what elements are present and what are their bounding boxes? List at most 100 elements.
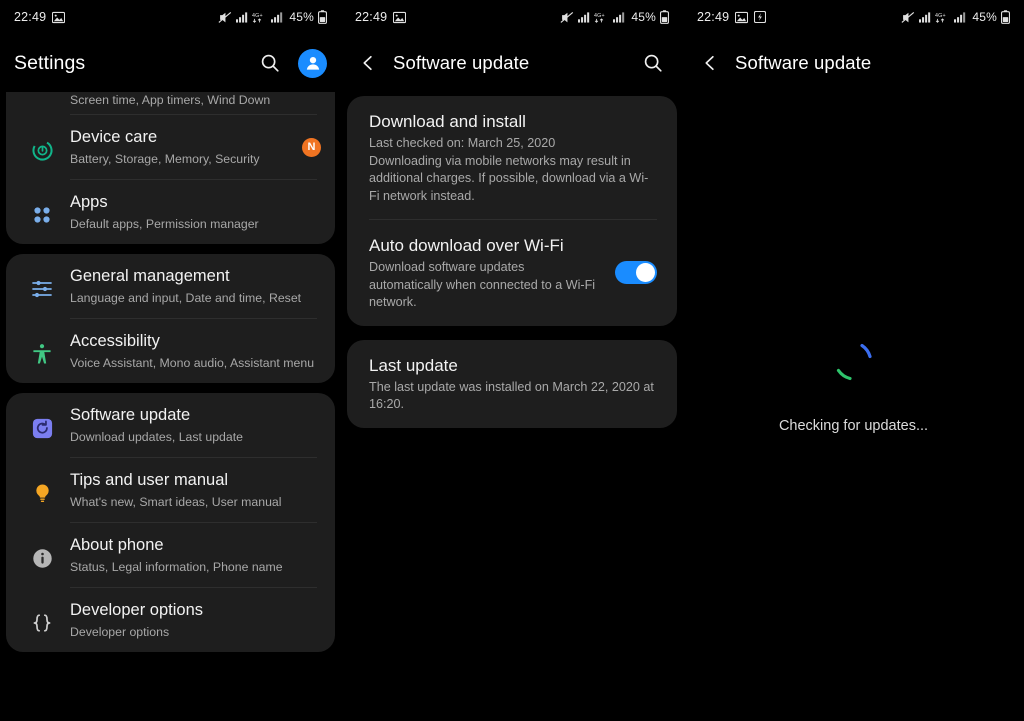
svg-text:4G+: 4G+ — [935, 13, 946, 19]
page-title: Software update — [393, 52, 530, 73]
list-item-device-care[interactable]: Device care Battery, Storage, Memory, Se… — [6, 115, 335, 179]
list-item-subtitle: Screen time, App timers, Wind Down — [70, 93, 271, 107]
signal-bars-2-icon — [613, 11, 625, 23]
last-update-card: Last update The last update was installe… — [347, 339, 677, 428]
status-badge: N — [302, 137, 321, 157]
section-title: Last update — [369, 355, 458, 375]
signal-bars-icon — [919, 11, 931, 23]
list-item-subtitle: Download updates, Last update — [70, 430, 243, 444]
list-item-body: Developer options Developer options — [70, 600, 321, 640]
search-icon[interactable] — [637, 47, 669, 79]
list-item-software-update[interactable]: Software update Download updates, Last u… — [6, 393, 335, 457]
section-title: Download and install — [369, 112, 526, 131]
list-item-subtitle: Developer options — [70, 625, 170, 639]
search-icon[interactable] — [254, 47, 286, 79]
list-item-body: Software update Download updates, Last u… — [70, 405, 321, 445]
page-title: Software update — [735, 52, 872, 73]
settings-group-0: Screen time, App timers, Wind Down Devic… — [6, 92, 335, 244]
battery-percent-label: 45% — [289, 10, 314, 24]
list-item-subtitle: What's new, Smart ideas, User manual — [70, 495, 282, 509]
status-bar-panel1: 22:49 4G+ 45% — [0, 0, 341, 34]
list-item-body: Device care Battery, Storage, Memory, Se… — [70, 127, 302, 167]
last-update-description: The last update was installed on March 2… — [369, 379, 654, 412]
status-bar-panel3: 22:49 4G+ 45% — [683, 0, 1024, 34]
network-4gplus-icon: 4G+ — [252, 11, 267, 24]
auto-download-description: Download software updates automatically … — [369, 260, 596, 309]
panel-checking-updates: 22:49 4G+ 45% Software update Checking f… — [683, 0, 1024, 721]
checking-updates-indicator: Checking for updates... — [683, 330, 1024, 434]
list-item-title: About phone — [70, 536, 164, 554]
sliders-icon — [14, 271, 70, 301]
app-bar-settings: Settings — [0, 34, 341, 92]
list-item-subtitle: Battery, Storage, Memory, Security — [70, 152, 260, 166]
device-care-icon — [14, 132, 70, 163]
list-item-title: Software update — [70, 406, 191, 424]
download-description: Downloading via mobile networks may resu… — [369, 153, 649, 203]
panel-settings: 22:49 4G+ 45% Settings Screen time, App … — [0, 0, 341, 721]
svg-text:4G+: 4G+ — [252, 13, 263, 19]
info-icon — [14, 541, 70, 570]
mute-icon — [901, 11, 915, 24]
list-item-body: General management Language and input, D… — [70, 266, 321, 306]
status-bar-panel2: 22:49 4G+ 45% — [341, 0, 683, 34]
list-item-developer-options[interactable]: Developer options Developer options — [6, 588, 335, 652]
download-and-install-section[interactable]: Download and install Last checked on: Ma… — [347, 96, 677, 219]
software-update-icon — [14, 411, 70, 440]
app-bar-software-update: Software update — [341, 34, 683, 92]
list-item-accessibility[interactable]: Accessibility Voice Assistant, Mono audi… — [6, 319, 335, 383]
battery-icon — [1001, 10, 1010, 24]
battery-percent-label: 45% — [972, 10, 997, 24]
toggle-knob — [636, 263, 655, 283]
back-button[interactable] — [355, 48, 381, 78]
svg-text:4G+: 4G+ — [594, 13, 605, 19]
settings-list[interactable]: Screen time, App timers, Wind Down Devic… — [0, 92, 341, 652]
list-item-about-phone[interactable]: About phone Status, Legal information, P… — [6, 523, 335, 587]
signal-bars-2-icon — [954, 11, 966, 23]
list-item-subtitle: Language and input, Date and time, Reset — [70, 291, 302, 305]
screenshot-icon — [393, 11, 407, 24]
status-time: 22:49 — [697, 10, 730, 24]
loading-spinner-icon — [822, 330, 886, 394]
list-item-title: Accessibility — [70, 332, 160, 350]
three-panel-screenshot: 22:49 4G+ 45% Settings Screen time, App … — [0, 0, 1024, 721]
auto-download-section[interactable]: Auto download over Wi-Fi Download softwa… — [347, 220, 677, 326]
screenshot-icon — [735, 11, 749, 24]
lightbulb-icon — [14, 476, 70, 505]
list-item-body: Apps Default apps, Permission manager — [70, 192, 321, 232]
signal-bars-icon — [578, 11, 590, 23]
download-card: Download and install Last checked on: Ma… — [347, 96, 677, 326]
list-item-body: Tips and user manual What's new, Smart i… — [70, 470, 321, 510]
status-time: 22:49 — [14, 10, 47, 24]
spinner-label: Checking for updates... — [778, 418, 929, 434]
braces-icon — [14, 605, 70, 635]
list-item-apps[interactable]: Apps Default apps, Permission manager — [6, 180, 335, 244]
signal-bars-icon — [236, 11, 248, 23]
settings-group-1: General management Language and input, D… — [6, 254, 335, 383]
mute-icon — [560, 11, 574, 24]
list-item-tips-and-user-manual[interactable]: Tips and user manual What's new, Smart i… — [6, 458, 335, 522]
list-item-subtitle: Voice Assistant, Mono audio, Assistant m… — [70, 356, 315, 370]
section-title: Auto download over Wi-Fi — [369, 236, 564, 255]
auto-download-body: Auto download over Wi-Fi Download softwa… — [369, 234, 601, 312]
status-time: 22:49 — [355, 10, 388, 24]
signal-bars-2-icon — [271, 11, 283, 23]
page-title: Settings — [14, 51, 86, 74]
list-item-body: Accessibility Voice Assistant, Mono audi… — [70, 331, 321, 371]
account-avatar[interactable] — [298, 48, 327, 78]
list-item-digital-wellbeing-partial[interactable]: Screen time, App timers, Wind Down — [6, 92, 335, 114]
list-item-subtitle: Default apps, Permission manager — [70, 217, 259, 231]
auto-download-toggle[interactable] — [615, 261, 657, 285]
back-button[interactable] — [697, 48, 723, 78]
network-4gplus-icon: 4G+ — [935, 11, 950, 24]
list-item-title: General management — [70, 267, 230, 285]
last-checked-text: Last checked on: March 25, 2020 — [369, 136, 556, 150]
software-update-notification-icon — [754, 11, 767, 23]
network-4gplus-icon: 4G+ — [594, 11, 609, 24]
list-item-subtitle: Status, Legal information, Phone name — [70, 560, 283, 574]
list-item-title: Developer options — [70, 601, 203, 619]
list-item-general-management[interactable]: General management Language and input, D… — [6, 254, 335, 318]
accessibility-icon — [14, 336, 70, 366]
battery-icon — [318, 10, 327, 24]
app-bar-checking: Software update — [683, 34, 1024, 92]
last-update-section: Last update The last update was installe… — [347, 340, 677, 428]
